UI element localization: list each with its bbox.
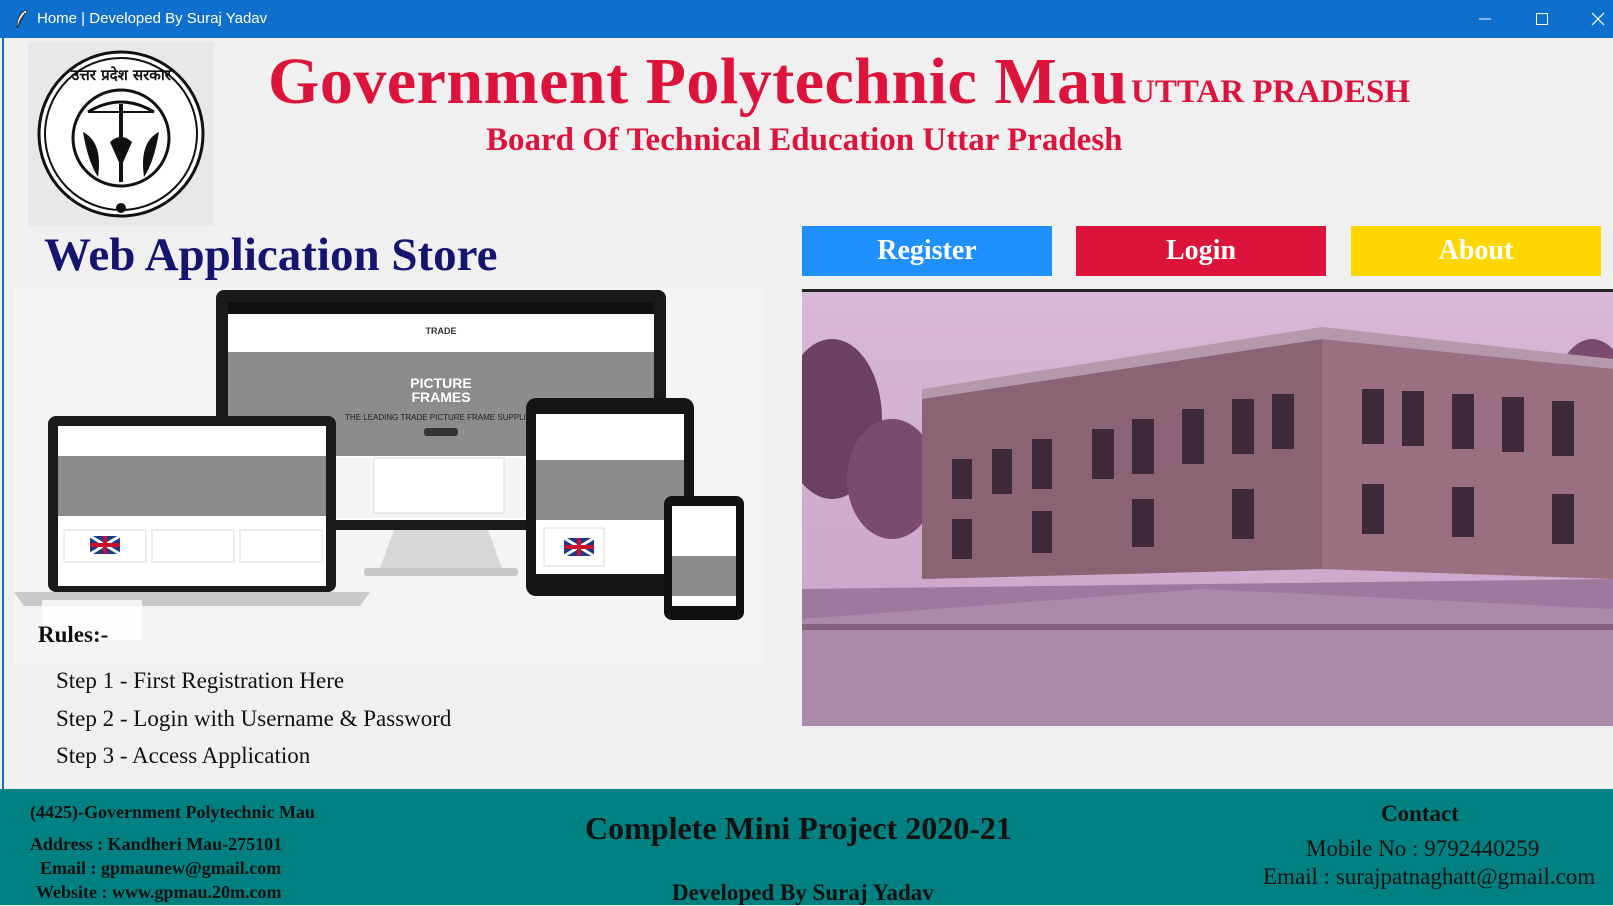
footer-contact-title: Contact bbox=[1381, 801, 1459, 826]
minimize-icon bbox=[1479, 18, 1491, 20]
state-title: UTTAR PRADESH bbox=[1131, 74, 1411, 110]
register-button[interactable]: Register bbox=[802, 226, 1052, 276]
feather-icon bbox=[16, 9, 28, 29]
rules-title: Rules:- bbox=[38, 622, 109, 647]
footer-mobile: Mobile No : 9792440259 bbox=[1306, 836, 1540, 861]
footer-college: (4425)-Government Polytechnic Mau bbox=[30, 802, 315, 822]
maximize-button[interactable] bbox=[1514, 0, 1570, 38]
footer-contact-email: Email : surajpatnaghatt@gmail.com bbox=[1263, 864, 1596, 889]
close-icon bbox=[1591, 12, 1605, 26]
logo-text: उत्तर प्रदेश सरकार bbox=[70, 66, 172, 84]
emblem-icon: उत्तर प्रदेश सरकार bbox=[37, 50, 205, 218]
monitor-brand-3: FRAMES bbox=[411, 389, 470, 405]
close-button[interactable] bbox=[1570, 0, 1613, 38]
minimize-button[interactable] bbox=[1457, 0, 1513, 38]
footer-project: Complete Mini Project 2020-21 bbox=[585, 810, 1012, 846]
monitor-tagline: THE LEADING TRADE PICTURE FRAME SUPPLIER bbox=[345, 413, 537, 422]
about-button[interactable]: About bbox=[1351, 226, 1601, 276]
login-button[interactable]: Login bbox=[1076, 226, 1326, 276]
footer-address: Address : Kandheri Mau-275101 bbox=[30, 834, 283, 854]
board-subtitle: Board Of Technical Education Uttar Prade… bbox=[486, 122, 1123, 158]
rule-step-3: Step 3 - Access Application bbox=[56, 743, 311, 768]
maximize-icon bbox=[1536, 13, 1548, 25]
college-title: Government Polytechnic Mau bbox=[268, 45, 1128, 118]
window-title: Home | Developed By Suraj Yadav bbox=[37, 10, 268, 27]
campus-photo bbox=[782, 289, 1613, 726]
monitor-brand-1: TRADE bbox=[426, 326, 457, 336]
footer-email: Email : gpmaunew@gmail.com bbox=[40, 858, 282, 878]
footer-website: Website : www.gpmau.20m.com bbox=[36, 882, 282, 902]
footer-developer: Developed By Suraj Yadav bbox=[672, 880, 934, 905]
rule-step-2: Step 2 - Login with Username & Password bbox=[56, 706, 452, 731]
store-title: Web Application Store bbox=[44, 229, 498, 281]
window-titlebar: Home | Developed By Suraj Yadav bbox=[0, 0, 1613, 38]
devices-image: TRADE PICTURE FRAMES THE LEADING TRADE P… bbox=[14, 288, 765, 663]
up-govt-logo: उत्तर प्रदेश सरकार bbox=[28, 42, 214, 226]
rule-step-1: Step 1 - First Registration Here bbox=[56, 668, 345, 693]
